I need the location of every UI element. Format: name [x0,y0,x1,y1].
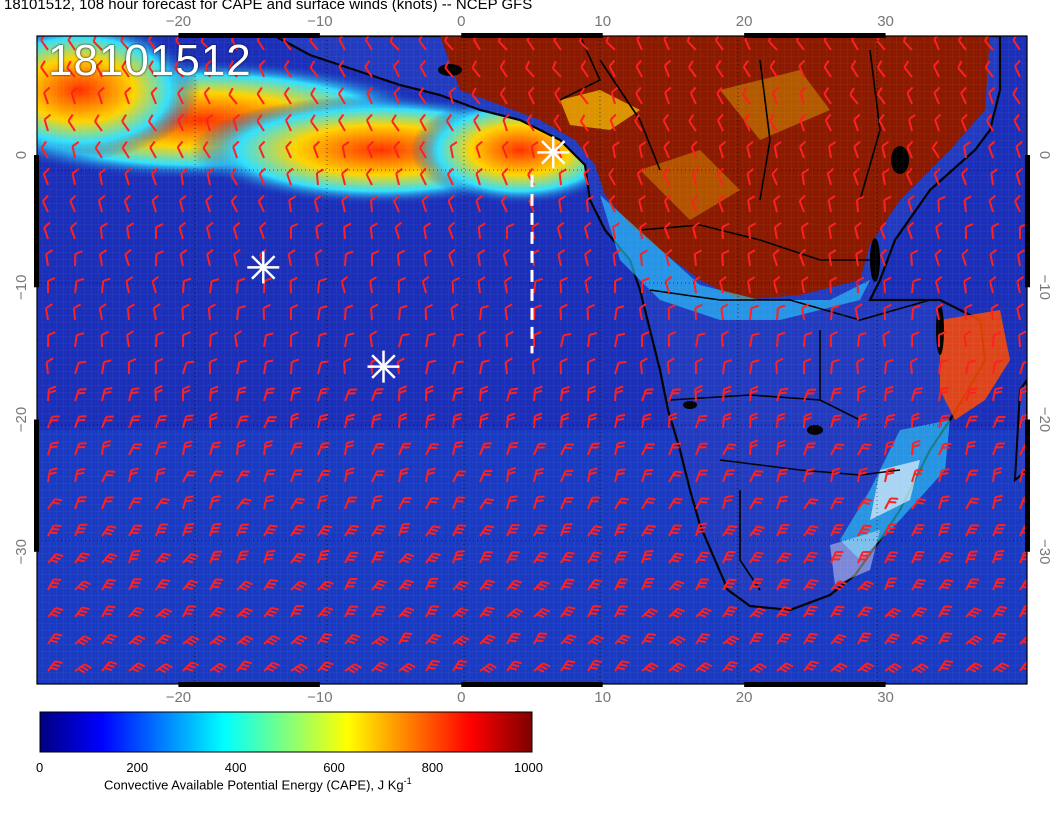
colorbar [39,711,533,753]
lon-tick-top: 30 [877,13,894,30]
lon-tick-top: −20 [166,13,191,30]
lat-tick-left: 0 [13,151,30,159]
lat-tick-left: −10 [13,275,30,300]
star-west-marker [247,251,280,284]
colorbar-label: Convective Available Potential Energy (C… [104,776,412,793]
lat-tick-right: −20 [1036,407,1053,432]
star-gulf-marker [537,136,570,169]
frame-bar-top [461,33,603,38]
lon-tick-top: −10 [307,13,332,30]
colorbar-tick: 1000 [514,760,543,775]
cape-wind-map: −20 −20 −10 −10 0 0 10 10 20 20 30 30 0 0 −10 −10 −20 −20… [13,13,1053,753]
lon-tick-bottom: 10 [594,689,611,706]
date-stamp: 18101512 [48,36,252,85]
frame-bar-left [34,155,39,288]
colorbar-tick: 0 [36,760,44,775]
lat-tick-right: 0 [1036,151,1053,159]
colorbar-tick: 200 [126,760,149,775]
lat-tick-right: −30 [1036,539,1053,564]
lon-tick-bottom: 30 [877,689,894,706]
lon-tick-bottom: 20 [736,689,753,706]
star-south-marker [367,350,400,383]
lon-tick-top: 20 [736,13,753,30]
lon-tick-bottom: −10 [307,689,332,706]
frame-bar-left [34,419,39,552]
frame-bar-bottom [744,682,886,687]
lon-tick-bottom: −20 [166,689,191,706]
frame-bar-bottom [461,682,603,687]
lat-tick-right: −10 [1036,275,1053,300]
colorbar-tick: 800 [421,760,444,775]
frame-bar-top [744,33,886,38]
lat-tick-left: −20 [13,407,30,432]
frame-bar-right [1025,419,1030,552]
lat-tick-left: −30 [13,539,30,564]
frame-bar-bottom [178,682,320,687]
colorbar-tick: 400 [224,760,247,775]
lon-tick-top: 10 [594,13,611,30]
lon-tick-top: 0 [457,13,465,30]
lon-tick-bottom: 0 [457,689,465,706]
colorbar-tick: 600 [323,760,345,775]
frame-bar-right [1025,155,1030,288]
